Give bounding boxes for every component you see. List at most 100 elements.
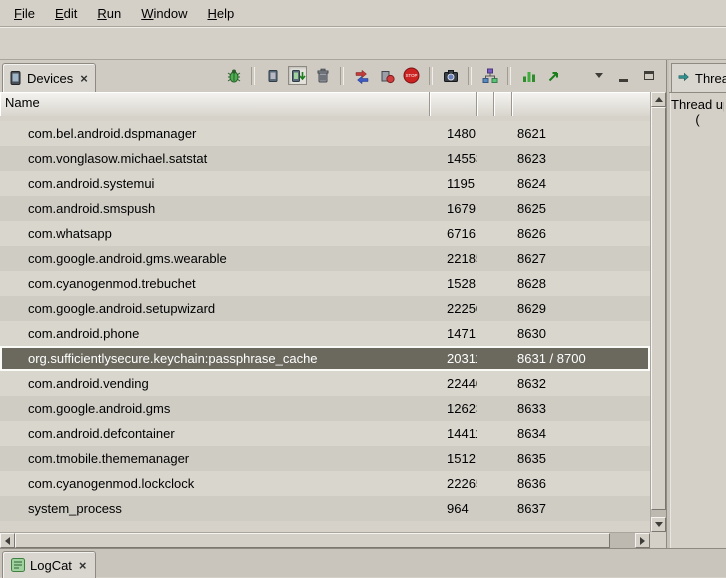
process-name: com.whatsapp	[0, 221, 430, 246]
close-icon[interactable]: ×	[79, 558, 87, 573]
view-hierarchy-icon[interactable]	[480, 66, 499, 85]
table-row[interactable]: com.android.phone 1471 8630	[0, 321, 650, 346]
view-menu-chevron-icon[interactable]	[589, 66, 608, 85]
spacer-cell	[494, 171, 512, 196]
table-row[interactable]: com.google.android.gms 12623 8633	[0, 396, 650, 421]
vertical-scrollbar[interactable]	[650, 92, 666, 532]
process-name: com.google.android.gms	[0, 396, 430, 421]
scroll-down-button[interactable]	[651, 517, 666, 532]
table-row[interactable]: com.cyanogenmod.lockclock 22265 8636	[0, 471, 650, 496]
spacer-cell	[494, 246, 512, 271]
table-row[interactable]: com.android.vending 22440 8632	[0, 371, 650, 396]
menu-item[interactable]: Window	[131, 3, 197, 24]
process-name: com.android.smspush	[0, 196, 430, 221]
menu-item[interactable]: Edit	[45, 3, 87, 24]
spacer-cell	[494, 396, 512, 421]
table-row[interactable]: com.bel.android.dspmanager 1480 8621	[0, 121, 650, 146]
spacer-cell	[477, 496, 494, 521]
tab-devices[interactable]: Devices ×	[2, 63, 96, 92]
refresh-icon[interactable]	[544, 66, 563, 85]
process-port: 8624	[512, 171, 650, 196]
debug-attach-icon[interactable]	[224, 66, 243, 85]
process-pid: 1480	[430, 121, 477, 146]
process-port: 8632	[512, 371, 650, 396]
process-name: system_process	[0, 496, 430, 521]
process-pid: 1195	[430, 171, 477, 196]
column-header-pid[interactable]	[430, 92, 477, 116]
horizontal-scroll-thumb[interactable]	[15, 533, 610, 548]
scroll-left-button[interactable]	[0, 533, 15, 548]
table-header: Name	[0, 92, 650, 117]
scroll-up-button[interactable]	[651, 92, 666, 107]
spacer-cell	[494, 371, 512, 396]
spacer-cell	[477, 471, 494, 496]
toolbar-separator	[340, 67, 344, 85]
spacer-cell	[494, 196, 512, 221]
device-icon	[10, 71, 22, 85]
update-threads-icon[interactable]	[352, 66, 371, 85]
screen-capture-icon[interactable]	[441, 66, 460, 85]
method-profiling-icon[interactable]	[377, 66, 396, 85]
table-row[interactable]: com.whatsapp 6716 8626	[0, 221, 650, 246]
dump-hprof-icon[interactable]	[288, 66, 307, 85]
table-row[interactable]: com.tmobile.thememanager 1512 8635	[0, 446, 650, 471]
process-port: 8623	[512, 146, 650, 171]
process-pid: 1471	[430, 321, 477, 346]
table-row[interactable]: com.android.systemui 1195 8624	[0, 171, 650, 196]
column-header-name[interactable]: Name	[0, 92, 430, 116]
vertical-scroll-thumb[interactable]	[651, 107, 666, 510]
column-header-b[interactable]	[494, 92, 512, 116]
toolbar-separator	[429, 67, 433, 85]
spacer-cell	[477, 221, 494, 246]
process-port: 8630	[512, 321, 650, 346]
spacer-cell	[494, 146, 512, 171]
maximize-icon[interactable]	[639, 66, 658, 85]
process-name: com.android.vending	[0, 371, 430, 396]
table-row[interactable]: system_process 964 8637	[0, 496, 650, 521]
table-row[interactable]: com.google.android.gms.wearable 22185 86…	[0, 246, 650, 271]
tab-threads-label: Threads	[695, 71, 726, 86]
table-row[interactable]: com.cyanogenmod.trebuchet 1528 8628	[0, 271, 650, 296]
process-name: com.bel.android.dspmanager	[0, 121, 430, 146]
process-name: com.android.defcontainer	[0, 421, 430, 446]
gc-trash-icon[interactable]	[313, 66, 332, 85]
table-row[interactable]: org.sufficientlysecure.keychain:passphra…	[0, 346, 650, 371]
threads-panel: Threads Thread up (	[669, 60, 726, 548]
process-pid: 22250	[430, 296, 477, 321]
sysinfo-chart-icon[interactable]	[519, 66, 538, 85]
process-port: 8633	[512, 396, 650, 421]
process-pid: 6716	[430, 221, 477, 246]
scroll-right-button[interactable]	[635, 533, 650, 548]
tab-logcat[interactable]: LogCat ×	[2, 551, 96, 578]
update-heap-icon[interactable]	[263, 66, 282, 85]
table-body: com.bel.android.dspmanager 1480 8621 com…	[0, 116, 650, 532]
toolbar-separator	[507, 67, 511, 85]
menu-item[interactable]: File	[4, 3, 45, 24]
spacer-cell	[477, 121, 494, 146]
menu-item[interactable]: Run	[87, 3, 131, 24]
table-row[interactable]: com.android.smspush 1679 8625	[0, 196, 650, 221]
tab-threads[interactable]: Threads	[671, 63, 726, 92]
stop-process-icon[interactable]: STOP	[402, 66, 421, 85]
table-row[interactable]: com.vonglasow.michael.satstat 14553 8623	[0, 146, 650, 171]
logcat-icon	[11, 558, 25, 572]
column-header-a[interactable]	[477, 92, 494, 116]
spacer-cell	[477, 421, 494, 446]
minimize-icon[interactable]	[614, 66, 633, 85]
horizontal-scrollbar[interactable]	[0, 532, 650, 548]
spacer-cell	[477, 271, 494, 296]
menu-item[interactable]: Help	[197, 3, 244, 24]
table-row[interactable]: com.google.android.setupwizard 22250 862…	[0, 296, 650, 321]
devices-panel: Devices ×	[0, 60, 666, 548]
spacer-cell	[477, 146, 494, 171]
process-name: com.android.phone	[0, 321, 430, 346]
close-icon[interactable]: ×	[80, 71, 88, 86]
menu-bar: FileEditRunWindowHelp	[0, 0, 726, 27]
table-row[interactable]: com.android.defcontainer 14411 8634	[0, 421, 650, 446]
process-name: com.tmobile.thememanager	[0, 446, 430, 471]
spacer-cell	[494, 346, 512, 371]
spacer-cell	[494, 421, 512, 446]
column-header-port[interactable]	[512, 92, 650, 116]
spacer-cell	[477, 371, 494, 396]
scrollbar-corner	[650, 532, 666, 548]
